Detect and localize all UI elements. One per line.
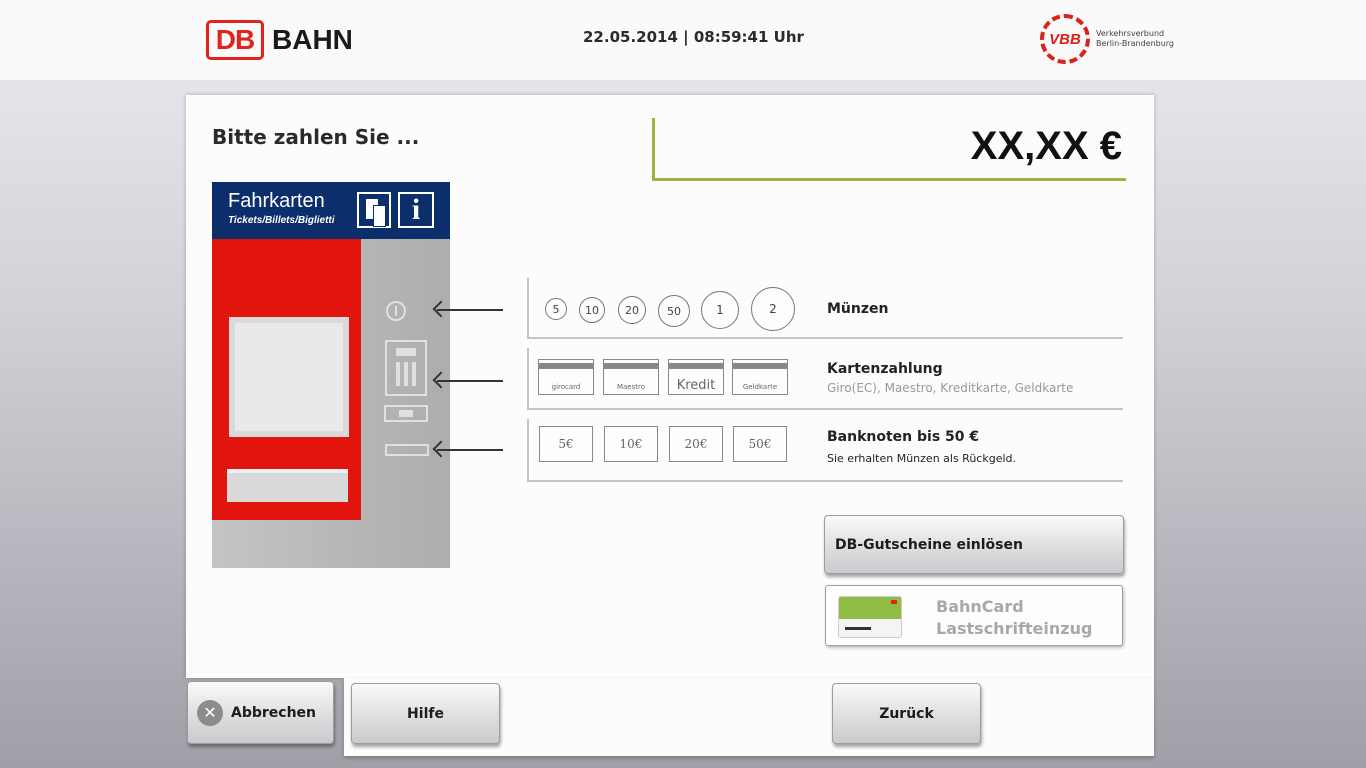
- payment-row-coins: 5 10 20 50 1 2 Münzen: [527, 278, 1123, 339]
- banknote-5-icon: 5€: [539, 426, 593, 462]
- geldkarte-label: Geldkarte: [742, 383, 778, 391]
- ticket-machine-illustration: Fahrkarten Tickets/Billets/Biglietti i: [212, 182, 450, 568]
- coin-20-icon: 20: [618, 296, 646, 324]
- machine-subtitle: Tickets/Billets/Biglietti: [228, 215, 335, 226]
- maestro-card-icon: Maestro: [603, 359, 659, 395]
- bahncard-label-line1: BahnCard: [936, 597, 1024, 616]
- girocard-icon: girocard: [538, 359, 594, 395]
- coin-50-icon: 50: [658, 295, 690, 327]
- coin-1-euro-icon: 1: [701, 291, 739, 329]
- coin-2-euro-icon: 2: [751, 287, 795, 331]
- ticket-output-slot: [227, 469, 348, 502]
- cards-subtitle: Giro(EC), Maestro, Kreditkarte, Geldkart…: [827, 381, 1074, 395]
- tickets-icon: [357, 192, 391, 228]
- arrow-left-icon: [437, 449, 503, 451]
- geldkarte-icon: Geldkarte: [732, 359, 788, 395]
- banknote-10-icon: 10€: [604, 426, 658, 462]
- banknote-slot-icon: [385, 444, 429, 456]
- price-box: XX,XX €: [652, 118, 1126, 181]
- coin-10-icon: 10: [579, 297, 605, 323]
- card-slot-icon: [384, 405, 428, 422]
- machine-header: Fahrkarten Tickets/Billets/Biglietti i: [212, 182, 450, 239]
- bahncard-label: BahnCard Lastschrifteinzug: [936, 596, 1092, 640]
- coins-title: Münzen: [827, 301, 889, 317]
- vbb-logo-mark: VBB: [1040, 14, 1090, 64]
- girocard-label: girocard: [551, 383, 581, 391]
- payment-row-banknotes: 5€ 10€ 20€ 50€ Banknoten bis 50 € Sie er…: [527, 419, 1123, 482]
- machine-screen: [229, 317, 349, 437]
- vbb-logo-text: Verkehrsverbund Berlin-Brandenburg: [1096, 29, 1175, 48]
- redeem-voucher-label: DB-Gutscheine einlösen: [835, 536, 1023, 553]
- bahncard-direct-debit-button[interactable]: BahnCard Lastschrifteinzug: [825, 585, 1123, 646]
- close-icon: ✕: [197, 699, 223, 726]
- price-amount: XX,XX €: [970, 124, 1122, 168]
- banknotes-subtitle: Sie erhalten Münzen als Rückgeld.: [827, 452, 1017, 465]
- brand-name: BAHN: [272, 24, 353, 55]
- bahncard-icon: [838, 596, 902, 638]
- coin-slot-icon: [386, 301, 406, 321]
- back-label: Zurück: [879, 705, 934, 722]
- arrow-left-icon: [437, 380, 503, 382]
- machine-title: Fahrkarten: [228, 190, 325, 212]
- banknote-50-icon: 50€: [733, 426, 787, 462]
- cancel-button[interactable]: ✕ Abbrechen: [187, 681, 334, 744]
- back-button[interactable]: Zurück: [832, 683, 981, 744]
- banknote-20-icon: 20€: [669, 426, 723, 462]
- redeem-voucher-button[interactable]: DB-Gutscheine einlösen: [824, 515, 1124, 574]
- credit-card-icon: Kredit: [668, 359, 724, 395]
- arrow-left-icon: [437, 309, 503, 311]
- cards-title: Kartenzahlung: [827, 361, 943, 377]
- pin-pad-icon: [385, 340, 427, 396]
- page-title: Bitte zahlen Sie ...: [212, 125, 420, 149]
- help-button[interactable]: Hilfe: [351, 683, 500, 744]
- bahncard-label-line2: Lastschrifteinzug: [936, 619, 1093, 638]
- maestro-label: Maestro: [616, 383, 646, 391]
- datetime-display: 22.05.2014 | 08:59:41 Uhr: [583, 28, 804, 46]
- info-icon: i: [398, 192, 434, 228]
- header-bar: DB BAHN 22.05.2014 | 08:59:41 Uhr VBB Ve…: [0, 0, 1366, 80]
- db-logo: DB BAHN: [206, 20, 353, 60]
- credit-card-label: Kredit: [676, 378, 716, 393]
- db-logo-mark: DB: [206, 20, 264, 60]
- help-label: Hilfe: [407, 705, 444, 722]
- banknotes-title: Banknoten bis 50 €: [827, 429, 980, 445]
- cancel-label: Abbrechen: [231, 704, 317, 721]
- vbb-logo: VBB Verkehrsverbund Berlin-Brandenburg: [1040, 14, 1191, 64]
- coin-5-icon: 5: [545, 298, 567, 320]
- payment-row-cards: girocard Maestro Kredit Geldkarte Karten…: [527, 348, 1123, 410]
